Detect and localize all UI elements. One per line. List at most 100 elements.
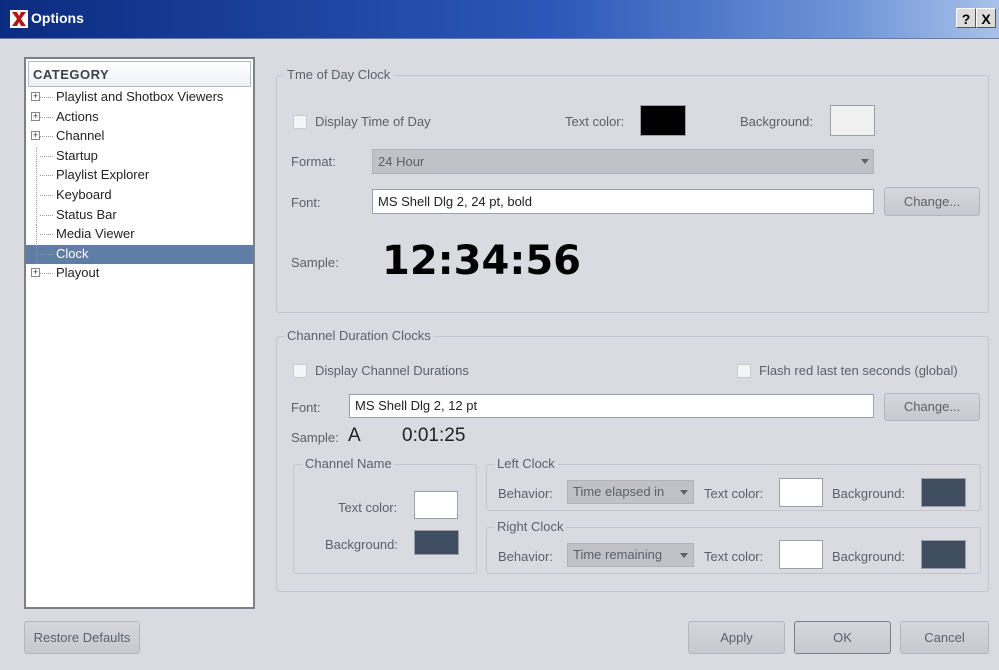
category-tree[interactable]: CATEGORY + Playlist and Shotbox Viewers + A…: [24, 57, 255, 609]
tree-item-label: Playlist and Shotbox Viewers: [56, 89, 224, 104]
tree-line: [36, 147, 37, 166]
tree-item-label: Status Bar: [56, 207, 117, 222]
expand-plus-icon[interactable]: +: [31, 92, 40, 101]
lc-text-color-label: Text color:: [704, 486, 764, 501]
tree-item-label: Actions: [56, 109, 99, 124]
tree-item[interactable]: Startup: [26, 147, 253, 166]
cn-text-color-label: Text color:: [338, 500, 398, 515]
expand-plus-icon[interactable]: +: [31, 268, 40, 277]
tree-item[interactable]: + Channel: [26, 127, 253, 146]
tod-text-color-label: Text color:: [565, 114, 625, 129]
tree-line: [36, 206, 37, 225]
flash-red-checkbox[interactable]: [737, 364, 751, 378]
app-logo-icon: [10, 10, 28, 28]
tree-item[interactable]: Media Viewer: [26, 225, 253, 244]
tree-item-label: Clock: [56, 246, 89, 261]
lc-background-label: Background:: [832, 486, 905, 501]
tod-font-label: Font:: [291, 195, 321, 210]
display-time-of-day-checkbox[interactable]: [293, 115, 307, 129]
cd-font-label: Font:: [291, 400, 321, 415]
channel-name-group-title: Channel Name: [302, 456, 395, 471]
chevron-down-icon: [680, 553, 688, 558]
channel-duration-group-title: Channel Duration Clocks: [284, 328, 434, 343]
expand-plus-icon[interactable]: +: [31, 131, 40, 140]
tree-item[interactable]: Status Bar: [26, 206, 253, 225]
tree-item-label: Playlist Explorer: [56, 167, 150, 182]
tree-connector: [40, 254, 53, 255]
tree-item[interactable]: + Playlist and Shotbox Viewers: [26, 88, 253, 107]
tree-connector: [40, 215, 53, 216]
rc-behavior-select[interactable]: Time remaining: [567, 543, 694, 567]
tree-connector: [40, 97, 53, 98]
rc-background-swatch[interactable]: [921, 540, 966, 569]
tree-connector: [40, 273, 53, 274]
rc-text-color-label: Text color:: [704, 549, 764, 564]
channel-name-group: [293, 464, 477, 574]
format-label: Format:: [291, 154, 336, 169]
chevron-down-icon: [861, 159, 869, 164]
tree-line: [36, 245, 37, 264]
tree-connector: [40, 234, 53, 235]
lc-behavior-value: Time elapsed in: [573, 484, 665, 499]
expand-plus-icon[interactable]: +: [31, 112, 40, 121]
apply-button[interactable]: Apply: [688, 621, 785, 654]
tree-item[interactable]: Keyboard: [26, 186, 253, 205]
format-select-value: 24 Hour: [378, 154, 425, 169]
rc-behavior-value: Time remaining: [573, 547, 663, 562]
chevron-down-icon: [680, 490, 688, 495]
tree-line: [36, 225, 37, 244]
tree-connector: [40, 117, 53, 118]
tree-item-label: Media Viewer: [56, 226, 135, 241]
tree-item[interactable]: Playlist Explorer: [26, 166, 253, 185]
display-time-of-day-label: Display Time of Day: [315, 114, 431, 129]
tree-line: [36, 166, 37, 185]
lc-background-swatch[interactable]: [921, 478, 966, 507]
lc-behavior-label: Behavior:: [498, 486, 553, 501]
tree-item-label: Playout: [56, 265, 100, 280]
tree-connector: [40, 175, 53, 176]
help-button[interactable]: ?: [956, 8, 976, 28]
tod-text-color-swatch[interactable]: [640, 105, 686, 136]
cd-font-field[interactable]: MS Shell Dlg 2, 12 pt: [349, 394, 874, 418]
tod-background-swatch[interactable]: [830, 105, 875, 136]
right-clock-group-title: Right Clock: [494, 519, 567, 534]
flash-red-label: Flash red last ten seconds (global): [759, 363, 958, 378]
rc-text-color-swatch[interactable]: [779, 540, 823, 569]
tree-item[interactable]: + Actions: [26, 108, 253, 127]
ok-button[interactable]: OK: [794, 621, 891, 654]
tod-change-font-button[interactable]: Change...: [884, 187, 980, 216]
cn-text-color-swatch[interactable]: [414, 491, 458, 519]
cd-sample-label: Sample:: [291, 430, 339, 445]
tree-connector: [40, 156, 53, 157]
category-header: CATEGORY: [28, 61, 251, 87]
tree-connector: [40, 136, 53, 137]
time-of-day-group-title: Tme of Day Clock: [284, 67, 394, 82]
rc-behavior-label: Behavior:: [498, 549, 553, 564]
tod-background-label: Background:: [740, 114, 813, 129]
tree-line: [36, 186, 37, 205]
window-title: Options: [31, 10, 84, 26]
cn-background-swatch[interactable]: [414, 530, 459, 555]
tree-item-label: Channel: [56, 128, 105, 143]
display-channel-durations-checkbox[interactable]: [293, 364, 307, 378]
lc-behavior-select[interactable]: Time elapsed in: [567, 480, 694, 504]
tod-sample-value: 12:34:56: [382, 238, 581, 284]
cd-sample-time: 0:01:25: [402, 425, 466, 446]
cancel-button[interactable]: Cancel: [900, 621, 989, 654]
restore-defaults-button[interactable]: Restore Defaults: [24, 621, 140, 654]
tree-item[interactable]: + Playout: [26, 264, 253, 283]
rc-background-label: Background:: [832, 549, 905, 564]
title-bar: Options ? X: [0, 0, 999, 39]
cn-background-label: Background:: [325, 537, 398, 552]
format-select[interactable]: 24 Hour: [372, 149, 874, 174]
lc-text-color-swatch[interactable]: [779, 478, 823, 507]
tod-font-field[interactable]: MS Shell Dlg 2, 24 pt, bold: [372, 189, 874, 214]
tree-item[interactable]: Clock: [26, 245, 253, 264]
display-channel-durations-label: Display Channel Durations: [315, 363, 469, 378]
close-button[interactable]: X: [976, 8, 996, 28]
tree-item-label: Keyboard: [56, 187, 112, 202]
cd-change-font-button[interactable]: Change...: [884, 393, 980, 421]
left-clock-group-title: Left Clock: [494, 456, 558, 471]
cd-sample-letter: A: [348, 425, 361, 446]
tree-connector: [40, 195, 53, 196]
